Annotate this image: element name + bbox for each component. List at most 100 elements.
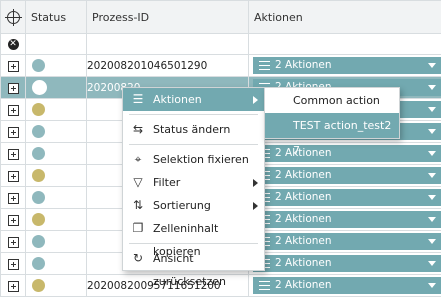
status-indicator	[32, 235, 45, 249]
chevron-down-icon	[428, 85, 436, 90]
menu-item-status-aendern[interactable]: ⇆ Status ändern	[123, 118, 264, 141]
expand-cell[interactable]	[0, 98, 26, 121]
filter-icon: ▽	[133, 175, 143, 189]
status-cell	[25, 186, 87, 209]
menu-item-filter[interactable]: ▽ Filter	[123, 171, 264, 194]
aktionen-label: 2 Aktionen	[275, 213, 332, 225]
crosshair-icon[interactable]	[4, 8, 22, 26]
aktionen-label: 2 Aktionen	[275, 279, 332, 291]
expand-icon[interactable]	[7, 148, 19, 160]
chevron-down-icon	[428, 173, 436, 178]
aktionen-dropdown[interactable]: 2 Aktionen	[253, 277, 441, 294]
filter-row: ✕	[0, 33, 441, 55]
status-indicator	[32, 279, 45, 293]
menu-item-label: Filter	[153, 176, 181, 189]
expand-cell[interactable]	[0, 120, 26, 143]
header-settings-cell[interactable]	[0, 0, 26, 34]
menu-item-ansicht-zuruecksetzen[interactable]: ↻ Ansicht zurücksetzen	[123, 247, 264, 289]
expand-icon[interactable]	[7, 258, 19, 270]
submenu-arrow-icon	[253, 179, 258, 187]
expand-icon[interactable]	[7, 60, 19, 72]
expand-icon[interactable]	[7, 170, 19, 182]
context-menu: ☰ Aktionen ⇆ Status ändern ⌖ Selektion f…	[122, 87, 265, 289]
expand-cell[interactable]	[0, 208, 26, 231]
expand-cell[interactable]	[0, 142, 26, 165]
status-indicator	[32, 80, 47, 95]
sort-icon: ⇅	[132, 198, 144, 212]
expand-icon[interactable]	[7, 82, 19, 94]
status-cell	[25, 252, 87, 275]
menu-item-aktionen[interactable]: ☰ Aktionen	[123, 88, 264, 111]
expand-icon[interactable]	[7, 126, 19, 138]
expand-cell[interactable]	[0, 164, 26, 187]
menu-item-sortierung[interactable]: ⇅ Sortierung	[123, 194, 264, 217]
header-aktionen[interactable]: Aktionen	[248, 0, 441, 34]
status-cell	[25, 230, 87, 253]
clear-filter-cell[interactable]: ✕	[0, 33, 26, 55]
aktionen-dropdown[interactable]: 2 Aktionen	[253, 233, 441, 250]
menu-item-label: Sortierung	[153, 199, 211, 212]
expand-icon[interactable]	[7, 104, 19, 116]
expand-icon[interactable]	[7, 214, 19, 226]
expand-icon[interactable]	[7, 236, 19, 248]
filter-status[interactable]	[25, 33, 87, 55]
table-row[interactable]: 2020082010465012​90 2 Aktionen	[0, 54, 441, 77]
aktionen-dropdown[interactable]: 2 Aktionen	[253, 189, 441, 206]
filter-prozess-id[interactable]	[86, 33, 249, 55]
clear-filter-icon[interactable]: ✕	[7, 39, 19, 50]
crosshair-icon: ⌖	[134, 152, 142, 166]
expand-cell[interactable]	[0, 252, 26, 275]
menu-item-label: Selektion fixieren	[153, 153, 249, 166]
aktionen-dropdown[interactable]: 2 Aktionen	[253, 145, 441, 162]
menu-item-label: Aktionen	[153, 93, 202, 106]
status-cell	[25, 208, 87, 231]
header-status[interactable]: Status	[25, 0, 87, 34]
aktionen-cell: 2 Aktionen	[248, 274, 441, 297]
grid-header-row: Status Prozess-ID Aktionen	[0, 0, 441, 34]
aktionen-label: 2 Aktionen	[275, 59, 332, 71]
header-status-label: Status	[31, 10, 67, 24]
aktionen-dropdown[interactable]: 2 Aktionen	[253, 167, 441, 184]
expand-icon[interactable]	[7, 280, 19, 292]
header-prozess-id-label: Prozess-ID	[92, 10, 150, 24]
prozess-id-cell: 2020082010465012​90	[86, 54, 249, 77]
status-cell	[25, 54, 87, 77]
menu-item-label: Status ändern	[153, 123, 231, 136]
chevron-down-icon	[428, 107, 436, 112]
menu-separator	[129, 114, 258, 115]
expand-cell[interactable]	[0, 274, 26, 297]
reset-icon: ↻	[132, 251, 144, 265]
submenu-arrow-icon	[253, 202, 258, 210]
status-cell	[25, 120, 87, 143]
submenu-item-common-action[interactable]: Common action	[265, 88, 399, 113]
submenu-item-test-action[interactable]: TEST action_test2 7	[265, 113, 399, 157]
list-icon: ☰	[132, 92, 144, 106]
chevron-down-icon	[428, 151, 436, 156]
chevron-down-icon	[428, 239, 436, 244]
list-icon	[259, 61, 270, 70]
menu-item-selektion-fixieren[interactable]: ⌖ Selektion fixieren	[123, 148, 264, 171]
status-indicator	[32, 103, 45, 117]
aktionen-dropdown[interactable]: 2 Aktionen	[253, 57, 441, 74]
chevron-down-icon	[428, 195, 436, 200]
aktionen-dropdown[interactable]: 2 Aktionen	[253, 211, 441, 228]
aktionen-cell: 2 Aktionen	[248, 164, 441, 187]
expand-icon[interactable]	[7, 192, 19, 204]
filter-aktionen[interactable]	[248, 33, 441, 55]
chevron-down-icon	[428, 261, 436, 266]
aktionen-dropdown[interactable]: 2 Aktionen	[253, 255, 441, 272]
expand-cell[interactable]	[0, 186, 26, 209]
aktionen-cell: 2 Aktionen	[248, 142, 441, 165]
aktionen-cell: 2 Aktionen	[248, 54, 441, 77]
status-indicator	[32, 169, 45, 183]
header-prozess-id[interactable]: Prozess-ID	[86, 0, 249, 34]
status-cell	[25, 142, 87, 165]
menu-item-zelleninhalt-kopieren[interactable]: ❐ Zelleninhalt kopieren	[123, 217, 264, 259]
aktionen-cell: 2 Aktionen	[248, 230, 441, 253]
status-indicator	[32, 191, 45, 205]
expand-cell[interactable]	[0, 76, 26, 99]
expand-cell[interactable]	[0, 230, 26, 253]
expand-cell[interactable]	[0, 54, 26, 77]
aktionen-label: 2 Aktionen	[275, 235, 332, 247]
aktionen-cell: 2 Aktionen	[248, 208, 441, 231]
